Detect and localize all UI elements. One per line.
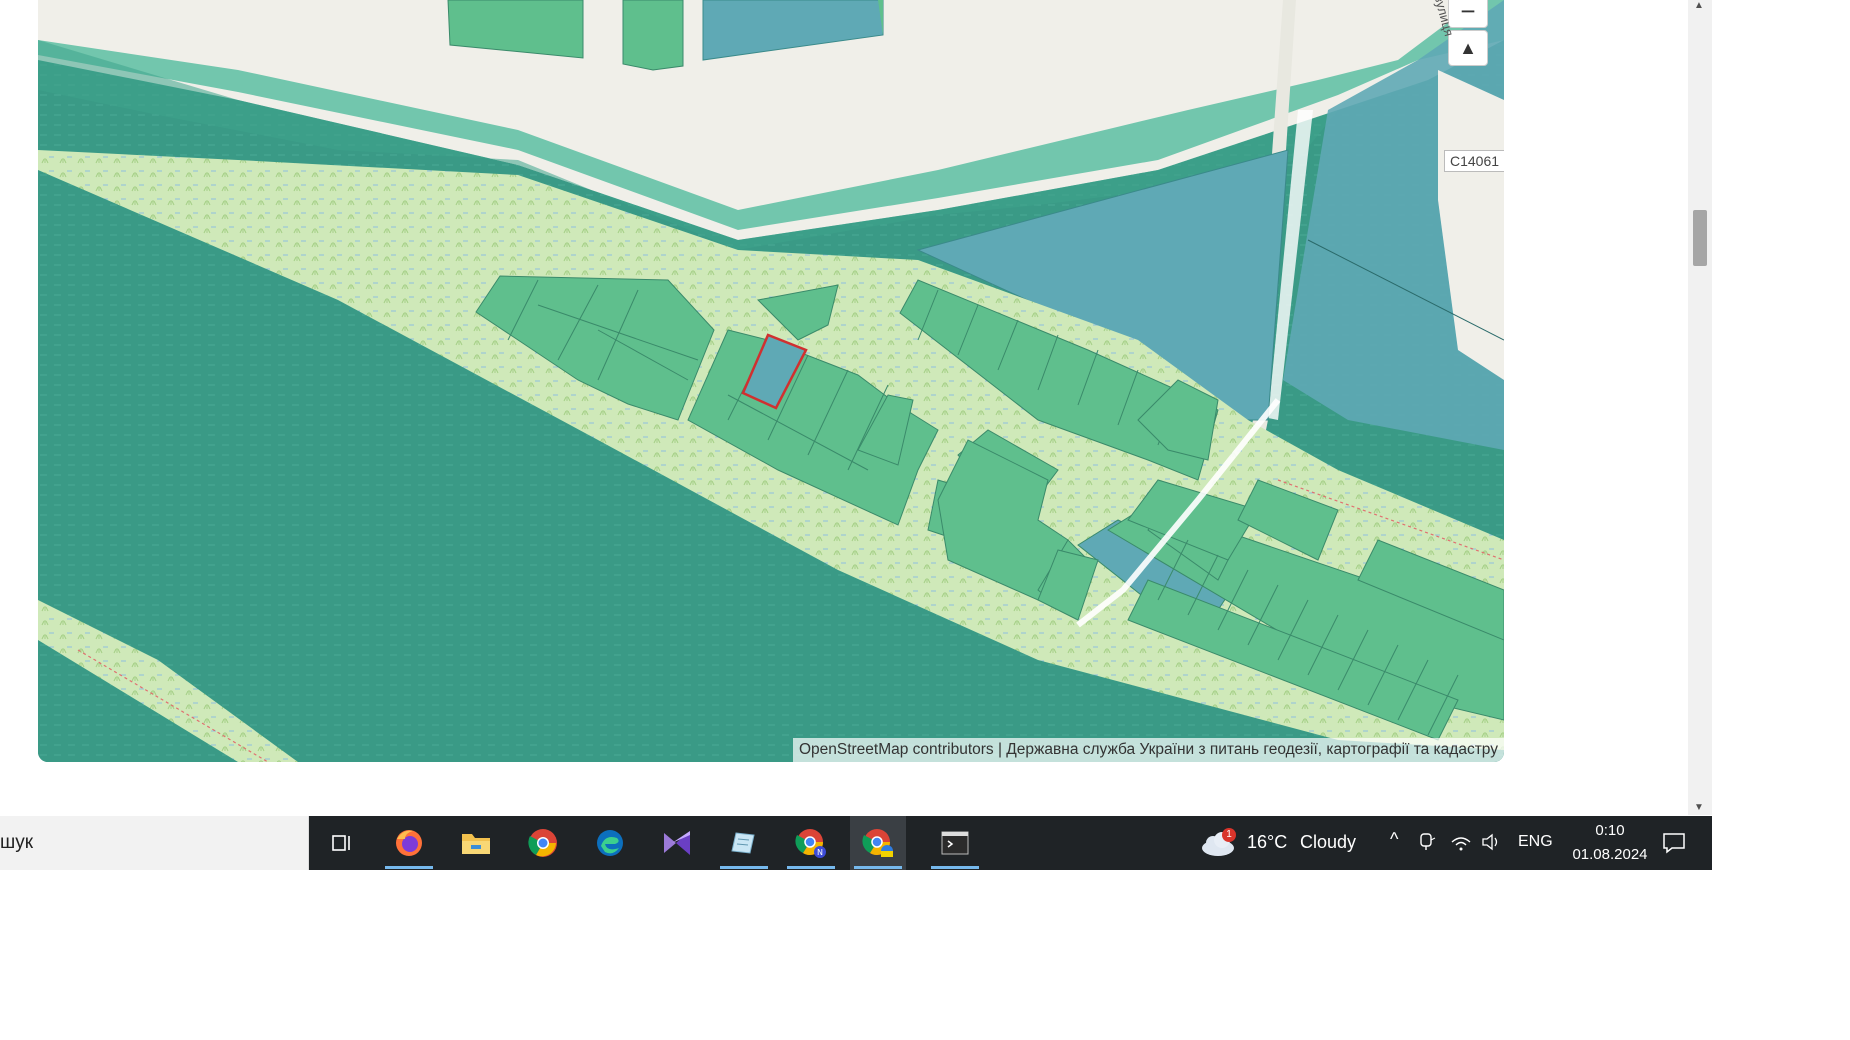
scroll-thumb[interactable] [1693, 210, 1707, 266]
cadastral-map[interactable]: − ▲ C14061 вулиця OpenStreetMap contribu… [38, 0, 1504, 762]
taskbar-search-box[interactable]: шук [0, 816, 309, 870]
search-text[interactable]: шук [0, 832, 33, 854]
weather-condition[interactable]: Cloudy [1300, 832, 1356, 853]
chevron-up-icon[interactable]: ^ [1390, 829, 1398, 850]
chrome-profile-ua-icon[interactable] [850, 816, 906, 870]
edge-icon[interactable] [582, 816, 638, 870]
language-indicator[interactable]: ENG [1518, 833, 1553, 851]
notifications-icon[interactable] [1662, 831, 1686, 860]
notes-app-icon[interactable] [716, 816, 772, 870]
clock-date[interactable]: 01.08.2024 [1565, 846, 1655, 863]
svg-text:N: N [817, 848, 823, 857]
task-view-icon[interactable] [314, 816, 370, 870]
meet-now-icon[interactable] [1418, 832, 1436, 857]
cloudy-weather-icon[interactable]: 1 [1200, 828, 1236, 863]
weather-temp[interactable]: 16°C [1247, 832, 1287, 853]
file-explorer-icon[interactable] [448, 816, 504, 870]
compass-north-button[interactable]: ▲ [1448, 30, 1488, 66]
firefox-icon[interactable] [381, 816, 437, 870]
road-label: C14061 [1444, 150, 1504, 172]
clock-time[interactable]: 0:10 [1565, 822, 1655, 839]
chrome-profile-n-icon[interactable]: N [783, 816, 839, 870]
windows-taskbar: шук N 1 16°C Cloudy ^ ENG 0:10 01.08.202… [0, 816, 1712, 870]
page-scrollbar[interactable]: ▲ ▼ [1688, 0, 1712, 815]
volume-icon[interactable] [1481, 832, 1503, 857]
scroll-down-arrow-icon[interactable]: ▼ [1694, 802, 1704, 813]
terminal-icon[interactable] [927, 816, 983, 870]
network-wifi-icon[interactable] [1450, 832, 1472, 857]
scroll-up-arrow-icon[interactable]: ▲ [1694, 0, 1704, 11]
visual-studio-icon[interactable] [649, 816, 705, 870]
weather-badge: 1 [1222, 828, 1236, 842]
map-attribution: OpenStreetMap contributors | Державна сл… [792, 738, 1504, 762]
chrome-icon[interactable] [515, 816, 571, 870]
